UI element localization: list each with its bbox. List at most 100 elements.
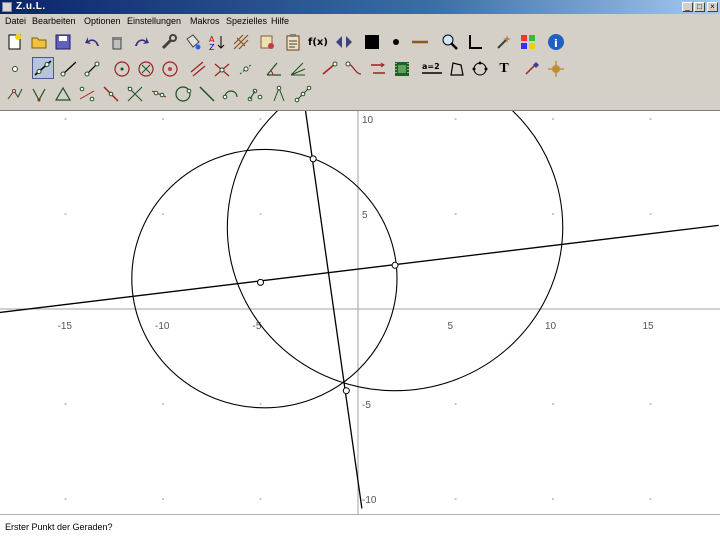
cross-icon[interactable] <box>124 83 146 105</box>
menu-edit[interactable]: Bearbeiten <box>32 14 76 28</box>
compass-icon[interactable] <box>268 83 290 105</box>
perpendicular-icon[interactable] <box>76 83 98 105</box>
midpoint-icon[interactable] <box>235 58 257 80</box>
rotate-icon[interactable] <box>343 58 365 80</box>
delete-icon[interactable] <box>106 31 128 53</box>
circle-tool-icon[interactable] <box>111 58 133 80</box>
menu-help[interactable]: Hilfe <box>271 14 289 28</box>
redo-icon[interactable] <box>130 31 152 53</box>
measure-icon[interactable] <box>292 83 314 105</box>
animate-icon[interactable] <box>545 58 567 80</box>
ray-tool-icon[interactable] <box>57 58 79 80</box>
line <box>0 224 719 314</box>
grid-dot <box>259 498 262 500</box>
app-icon[interactable] <box>2 2 12 12</box>
ratio-label: a=2 <box>422 62 440 71</box>
sort-icon[interactable]: AZ <box>206 31 228 53</box>
line-through-icon[interactable] <box>196 83 218 105</box>
polygon-icon[interactable] <box>445 58 467 80</box>
menu-macros[interactable]: Makros <box>190 14 220 28</box>
y-tick-label: 10 <box>362 115 374 126</box>
zoom-icon[interactable] <box>439 31 461 53</box>
wand-icon[interactable] <box>493 31 515 53</box>
svg-text:Z: Z <box>209 43 215 51</box>
translate-icon[interactable] <box>367 58 389 80</box>
menu-options[interactable]: Optionen <box>84 14 121 28</box>
circle-radius-icon[interactable] <box>135 58 157 80</box>
status-bar: Erster Punkt der Geraden? <box>0 514 720 541</box>
vector-icon[interactable] <box>28 83 50 105</box>
save-icon[interactable] <box>52 31 74 53</box>
macro-icon[interactable] <box>256 31 278 53</box>
grid-dot <box>552 213 554 215</box>
open-folder-icon[interactable] <box>28 31 50 53</box>
menu-file[interactable]: Datei <box>5 14 26 28</box>
grid-dot <box>552 403 554 405</box>
triangle-icon[interactable] <box>52 83 74 105</box>
x-tick-label: -5 <box>253 321 262 332</box>
window-title: Z.u.L. <box>16 1 46 12</box>
axes-icon[interactable] <box>463 31 485 53</box>
line <box>304 111 363 509</box>
grid-dot <box>649 498 652 500</box>
x-tick-label: 10 <box>545 321 557 332</box>
ratio-button[interactable]: a=2 <box>421 58 443 80</box>
locus-icon[interactable] <box>4 83 26 105</box>
intersection-icon[interactable] <box>211 58 233 80</box>
grid-dot <box>162 118 164 120</box>
grid-dot <box>649 403 652 405</box>
toolbar: AZ f(x) i a=2 T <box>0 28 720 111</box>
line-style-icon[interactable] <box>409 31 431 53</box>
y-tick-label: -5 <box>362 400 371 411</box>
clipboard-icon[interactable] <box>282 31 304 53</box>
color-square-icon[interactable] <box>361 31 383 53</box>
line-tool-icon[interactable] <box>32 57 54 79</box>
grid-dot <box>162 213 164 215</box>
segment-tool-icon[interactable] <box>81 58 103 80</box>
grid-icon[interactable] <box>230 31 252 53</box>
undo-icon[interactable] <box>82 31 104 53</box>
info-icon[interactable]: i <box>545 31 567 53</box>
tick-labels: -15 -10 -5 5 10 15 10 5 -5 -10 <box>58 115 655 506</box>
axes <box>0 111 720 514</box>
angle-icon[interactable] <box>263 58 285 80</box>
grid-dot <box>649 213 652 215</box>
graph-svg[interactable]: -15 -10 -5 5 10 15 10 5 -5 -10 <box>0 111 720 514</box>
menu-settings[interactable]: Einstellungen <box>127 14 181 28</box>
grid-dot <box>649 118 652 120</box>
new-file-icon[interactable] <box>4 31 26 53</box>
text-tool-button[interactable]: T <box>493 58 515 80</box>
point-tool-icon[interactable] <box>4 58 26 80</box>
circle-arc-icon[interactable] <box>220 83 242 105</box>
arrows-icon[interactable] <box>333 31 355 53</box>
x-tick-label: -10 <box>155 321 170 332</box>
arc-icon[interactable] <box>172 83 194 105</box>
dots-icon[interactable] <box>244 83 266 105</box>
grid-dot <box>454 118 457 120</box>
palette-icon[interactable] <box>517 31 539 53</box>
grid-dot <box>259 118 262 120</box>
tangent-icon[interactable] <box>100 83 122 105</box>
points <box>257 155 399 395</box>
film-icon[interactable] <box>391 58 413 80</box>
chord-icon[interactable] <box>148 83 170 105</box>
function-button[interactable]: f(x) <box>307 31 329 53</box>
bisector-icon[interactable] <box>287 58 309 80</box>
circles <box>131 111 564 409</box>
circle-three-point-icon[interactable] <box>159 58 181 80</box>
curve-icon[interactable] <box>469 58 491 80</box>
paint-icon[interactable] <box>182 31 204 53</box>
drawing-canvas[interactable]: -15 -10 -5 5 10 15 10 5 -5 -10 <box>0 111 720 514</box>
grid-dot <box>552 118 554 120</box>
parallel-icon[interactable] <box>187 58 209 80</box>
wrench-icon[interactable] <box>158 31 180 53</box>
maximize-button[interactable]: □ <box>694 2 705 12</box>
close-button[interactable]: × <box>707 2 718 12</box>
track-icon[interactable] <box>521 58 543 80</box>
reflect-icon[interactable] <box>319 58 341 80</box>
minimize-button[interactable]: _ <box>682 2 693 12</box>
menu-special[interactable]: Spezielles <box>226 14 267 28</box>
point-size-icon[interactable] <box>385 31 407 53</box>
grid-dot <box>64 498 67 500</box>
grid-dot <box>259 403 262 405</box>
